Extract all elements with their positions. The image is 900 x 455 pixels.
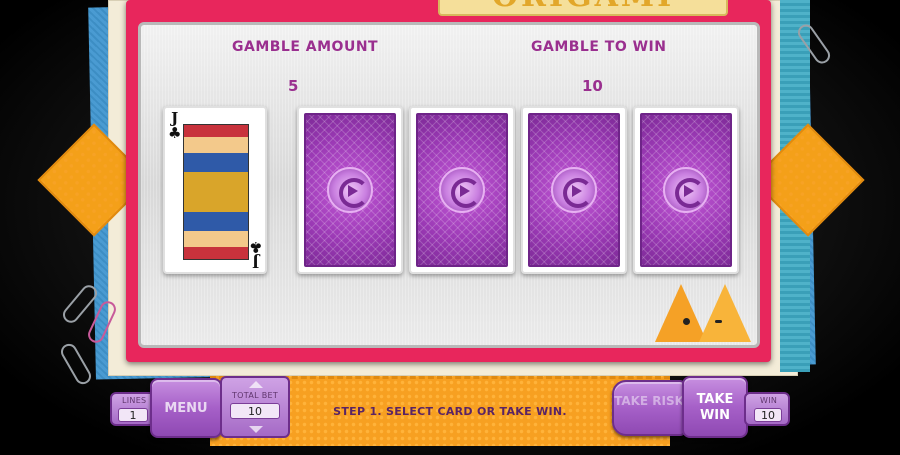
- card-back-logo-icon: [327, 167, 373, 213]
- dealer-card-suit: ♣: [168, 124, 182, 142]
- win-box: WIN 10: [744, 392, 790, 426]
- dealer-card: J ♣ J ♣: [163, 106, 267, 274]
- lines-label: LINES: [122, 396, 147, 405]
- chevron-down-icon[interactable]: [249, 426, 263, 433]
- select-card-2[interactable]: [409, 106, 515, 274]
- total-bet-box: TOTAL BET 10: [220, 376, 290, 438]
- card-back-logo-icon: [663, 167, 709, 213]
- take-risk-label: TAKE RISK: [614, 394, 684, 408]
- gamble-amount-value: 5: [288, 77, 299, 95]
- take-risk-button[interactable]: TAKE RISK: [612, 380, 686, 436]
- game-stage: ORIGAMI GAMBLE AMOUNT 5 GAMBLE TO WIN 10…: [0, 0, 900, 455]
- dealer-card-corner-bottom: J ♣: [248, 238, 262, 271]
- select-card-1[interactable]: [297, 106, 403, 274]
- cat-icon: [655, 280, 755, 342]
- take-win-label: TAKE WIN: [696, 392, 734, 423]
- card-back-logo-icon: [439, 167, 485, 213]
- total-bet-label: TOTAL BET: [232, 391, 279, 400]
- menu-button[interactable]: MENU: [150, 378, 222, 438]
- game-title: ORIGAMI: [440, 0, 726, 12]
- card-back-logo-icon: [551, 167, 597, 213]
- gamble-to-win-label: GAMBLE TO WIN: [531, 39, 667, 55]
- total-bet-value: 10: [230, 403, 280, 419]
- gamble-amount-label: GAMBLE AMOUNT: [232, 39, 379, 55]
- select-card-4[interactable]: [633, 106, 739, 274]
- paper-clip-icon: [58, 340, 94, 388]
- lines-value: 1: [118, 408, 148, 422]
- dealer-card-corner-top: J ♣: [168, 111, 181, 141]
- dealer-card-suit-bottom: ♣: [248, 238, 262, 256]
- win-value: 10: [754, 408, 782, 422]
- status-message: STEP 1. SELECT CARD OR TAKE WIN.: [333, 405, 567, 418]
- chevron-up-icon[interactable]: [249, 381, 263, 388]
- gamble-to-win-value: 10: [582, 77, 603, 95]
- jack-portrait: [183, 124, 249, 260]
- win-label: WIN: [760, 396, 778, 405]
- game-title-tab: ORIGAMI: [438, 0, 728, 16]
- select-card-3[interactable]: [521, 106, 627, 274]
- dealer-card-rank-bottom: J: [251, 253, 259, 271]
- take-win-button[interactable]: TAKE WIN: [682, 376, 748, 438]
